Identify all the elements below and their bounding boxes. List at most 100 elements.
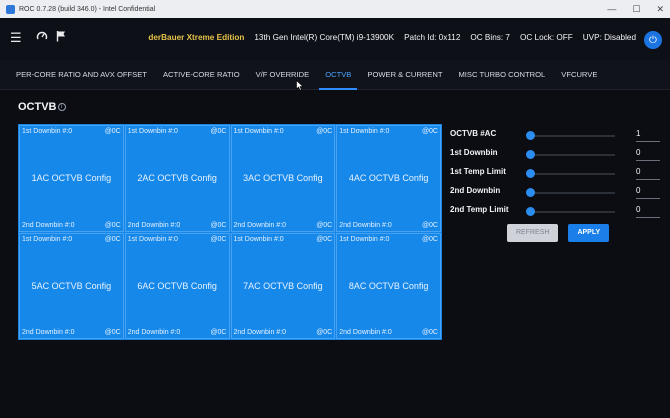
second-temp-label: @0C bbox=[421, 221, 438, 229]
oc-lock: OC Lock: OFF bbox=[519, 33, 573, 42]
second-temp-label: @0C bbox=[421, 329, 438, 336]
octvb-config-cell-2ac[interactable]: 1st Downbin #:0 @0C 2AC OCTVB Config 2nd… bbox=[124, 125, 230, 232]
setting-1st-temp-limit: 1st Temp Limit 0 bbox=[450, 166, 665, 185]
window-title: ROC 0.7.28 (build 346.0) - Intel Confide… bbox=[19, 5, 156, 13]
second-temp-label: @0C bbox=[104, 221, 121, 229]
slider-handle[interactable] bbox=[526, 207, 535, 216]
hamburger-icon[interactable]: ☰ bbox=[10, 30, 22, 46]
slider-track[interactable] bbox=[530, 135, 615, 137]
first-temp-label: @0C bbox=[210, 128, 227, 135]
second-temp-label: @0C bbox=[210, 329, 227, 336]
value-field[interactable]: 0 bbox=[636, 167, 660, 180]
first-downbin-label: 1st Downbin #:0 bbox=[127, 235, 178, 243]
cell-title: 3AC OCTVB Config bbox=[243, 173, 323, 184]
cell-title: 8AC OCTVB Config bbox=[348, 280, 429, 291]
setting-label: 2nd Downbin bbox=[450, 186, 501, 195]
section-title: OCTVB i bbox=[18, 101, 66, 113]
tab-active-core-ratio[interactable]: ACTIVE-CORE RATIO bbox=[155, 60, 248, 90]
octvb-config-cell-6ac[interactable]: 1st Downbin #:0 @0C 6AC OCTVB Config 2nd… bbox=[124, 232, 230, 339]
app-icon bbox=[6, 4, 15, 14]
second-downbin-label: 2nd Downbin #:0 bbox=[127, 329, 181, 336]
second-downbin-label: 2nd Downbin #:0 bbox=[233, 329, 287, 336]
octvb-config-cell-1ac[interactable]: 1st Downbin #:0 @0C 1AC OCTVB Config 2nd… bbox=[19, 125, 124, 232]
first-downbin-label: 1st Downbin #:0 bbox=[233, 128, 284, 135]
minimize-button[interactable]: — bbox=[607, 4, 616, 14]
setting-label: 1st Downbin bbox=[450, 148, 498, 157]
first-temp-label: @0C bbox=[421, 128, 438, 135]
second-downbin-label: 2nd Downbin #:0 bbox=[22, 221, 75, 229]
setting-2nd-downbin: 2nd Downbin 0 bbox=[450, 185, 665, 204]
window-controls: — ☐ ✕ bbox=[607, 0, 664, 18]
app-header: ☰ derBauer Xtreme Edition 13th Gen Intel… bbox=[0, 18, 670, 60]
octvb-config-grid: 1st Downbin #:0 @0C 1AC OCTVB Config 2nd… bbox=[18, 124, 442, 340]
second-downbin-label: 2nd Downbin #:0 bbox=[339, 221, 392, 229]
octvb-config-cell-5ac[interactable]: 1st Downbin #:0 @0C 5AC OCTVB Config 2nd… bbox=[19, 232, 124, 339]
second-temp-label: @0C bbox=[104, 329, 121, 336]
maximize-button[interactable]: ☐ bbox=[632, 4, 640, 15]
first-downbin-label: 1st Downbin #:0 bbox=[127, 128, 178, 135]
tab-vf-override[interactable]: V/F OVERRIDE bbox=[248, 60, 318, 90]
first-downbin-label: 1st Downbin #:0 bbox=[22, 235, 73, 243]
tab-misc-turbo-control[interactable]: MISC TURBO CONTROL bbox=[450, 60, 553, 90]
slider-track[interactable] bbox=[530, 211, 615, 213]
value-field[interactable]: 0 bbox=[636, 186, 660, 199]
flag-icon[interactable] bbox=[56, 30, 66, 45]
second-downbin-label: 2nd Downbin #:0 bbox=[339, 329, 392, 336]
edition-label: derBauer Xtreme Edition bbox=[148, 33, 245, 42]
setting-octvb-ac: OCTVB #AC 1 bbox=[450, 128, 665, 147]
slider-handle[interactable] bbox=[526, 131, 535, 140]
window-titlebar: ROC 0.7.28 (build 346.0) - Intel Confide… bbox=[0, 0, 670, 18]
close-button[interactable]: ✕ bbox=[656, 4, 664, 15]
slider-track[interactable] bbox=[530, 154, 615, 156]
octvb-config-cell-4ac[interactable]: 1st Downbin #:0 @0C 4AC OCTVB Config 2nd… bbox=[336, 125, 441, 232]
first-temp-label: @0C bbox=[210, 235, 227, 243]
setting-label: 1st Temp Limit bbox=[450, 167, 506, 176]
octvb-config-cell-7ac[interactable]: 1st Downbin #:0 @0C 7AC OCTVB Config 2nd… bbox=[230, 232, 336, 339]
tab-power-current[interactable]: POWER & CURRENT bbox=[359, 60, 450, 90]
tab-vfcurve[interactable]: VFCURVE bbox=[553, 60, 605, 90]
slider-track[interactable] bbox=[530, 173, 615, 175]
value-field[interactable]: 1 bbox=[636, 129, 660, 142]
slider-handle[interactable] bbox=[526, 169, 535, 178]
second-downbin-label: 2nd Downbin #:0 bbox=[127, 221, 181, 229]
octvb-config-cell-3ac[interactable]: 1st Downbin #:0 @0C 3AC OCTVB Config 2nd… bbox=[230, 125, 336, 232]
second-temp-label: @0C bbox=[316, 221, 333, 229]
first-downbin-label: 1st Downbin #:0 bbox=[22, 128, 73, 135]
section-title-text: OCTVB bbox=[18, 101, 57, 113]
refresh-button[interactable]: REFRESH bbox=[507, 224, 559, 242]
octvb-config-cell-8ac[interactable]: 1st Downbin #:0 @0C 8AC OCTVB Config 2nd… bbox=[336, 232, 441, 339]
value-field[interactable]: 0 bbox=[636, 205, 660, 218]
setting-label: 2nd Temp Limit bbox=[450, 205, 509, 214]
oc-bins: OC Bins: 7 bbox=[470, 33, 510, 42]
info-icon[interactable]: i bbox=[57, 103, 66, 111]
tab-per-core-ratio[interactable]: PER-CORE RATIO AND AVX OFFSET bbox=[8, 60, 155, 90]
first-temp-label: @0C bbox=[104, 235, 121, 243]
first-temp-label: @0C bbox=[316, 235, 333, 243]
value-field[interactable]: 0 bbox=[636, 148, 660, 161]
power-icon[interactable]: ⏻ bbox=[644, 31, 662, 49]
first-downbin-label: 1st Downbin #:0 bbox=[339, 235, 390, 243]
tab-bar: PER-CORE RATIO AND AVX OFFSET ACTIVE-COR… bbox=[0, 60, 670, 90]
cell-title: 5AC OCTVB Config bbox=[31, 280, 112, 291]
gauge-icon[interactable] bbox=[36, 30, 48, 45]
first-downbin-label: 1st Downbin #:0 bbox=[233, 235, 284, 243]
second-downbin-label: 2nd Downbin #:0 bbox=[22, 329, 75, 336]
system-info: derBauer Xtreme Edition 13th Gen Intel(R… bbox=[148, 33, 636, 42]
cpu-name: 13th Gen Intel(R) Core(TM) i9-13900K bbox=[254, 33, 395, 42]
tab-octvb[interactable]: OCTVB bbox=[317, 60, 359, 90]
slider-handle[interactable] bbox=[526, 188, 535, 197]
uvp-status: UVP: Disabled bbox=[582, 33, 636, 42]
second-temp-label: @0C bbox=[210, 221, 227, 229]
octvb-settings-panel: OCTVB #AC 1 1st Downbin 0 1st Temp Limit… bbox=[450, 128, 665, 242]
slider-handle[interactable] bbox=[526, 150, 535, 159]
patch-id: Patch Id: 0x112 bbox=[404, 33, 461, 42]
setting-2nd-temp-limit: 2nd Temp Limit 0 bbox=[450, 204, 665, 223]
mouse-cursor-icon bbox=[296, 80, 304, 91]
second-downbin-label: 2nd Downbin #:0 bbox=[233, 221, 287, 229]
cell-title: 1AC OCTVB Config bbox=[31, 173, 112, 184]
apply-button[interactable]: APPLY bbox=[568, 224, 610, 242]
first-temp-label: @0C bbox=[316, 128, 333, 135]
setting-1st-downbin: 1st Downbin 0 bbox=[450, 147, 665, 166]
cell-title: 2AC OCTVB Config bbox=[137, 173, 217, 184]
slider-track[interactable] bbox=[530, 192, 615, 194]
